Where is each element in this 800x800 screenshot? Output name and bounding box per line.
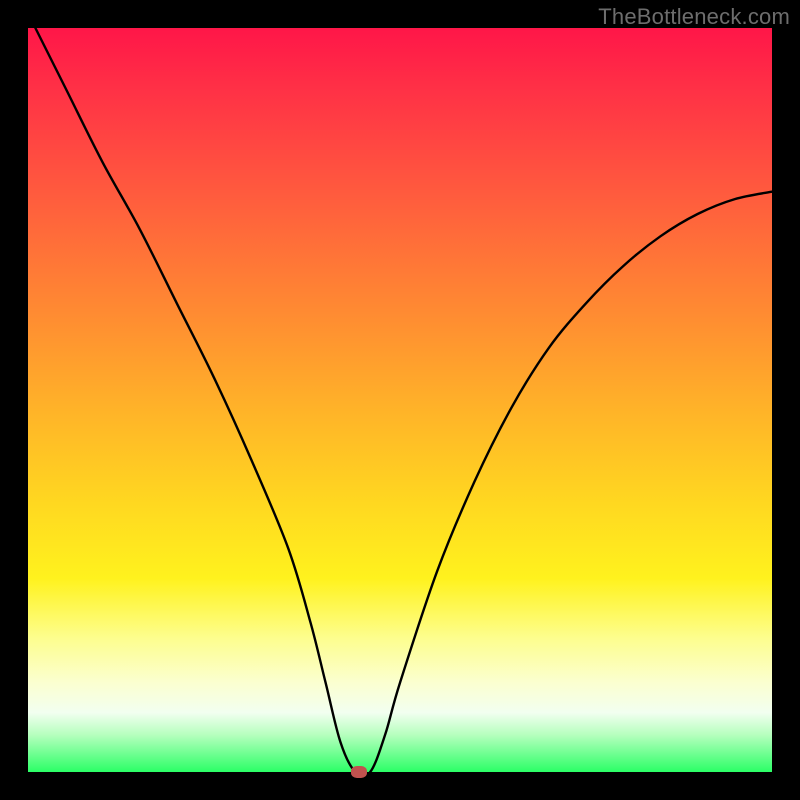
watermark-text: TheBottleneck.com (598, 4, 790, 30)
plot-area (28, 28, 772, 772)
bottleneck-curve (28, 28, 772, 772)
curve-path (35, 28, 772, 776)
chart-frame: TheBottleneck.com (0, 0, 800, 800)
minimum-marker (351, 766, 367, 778)
